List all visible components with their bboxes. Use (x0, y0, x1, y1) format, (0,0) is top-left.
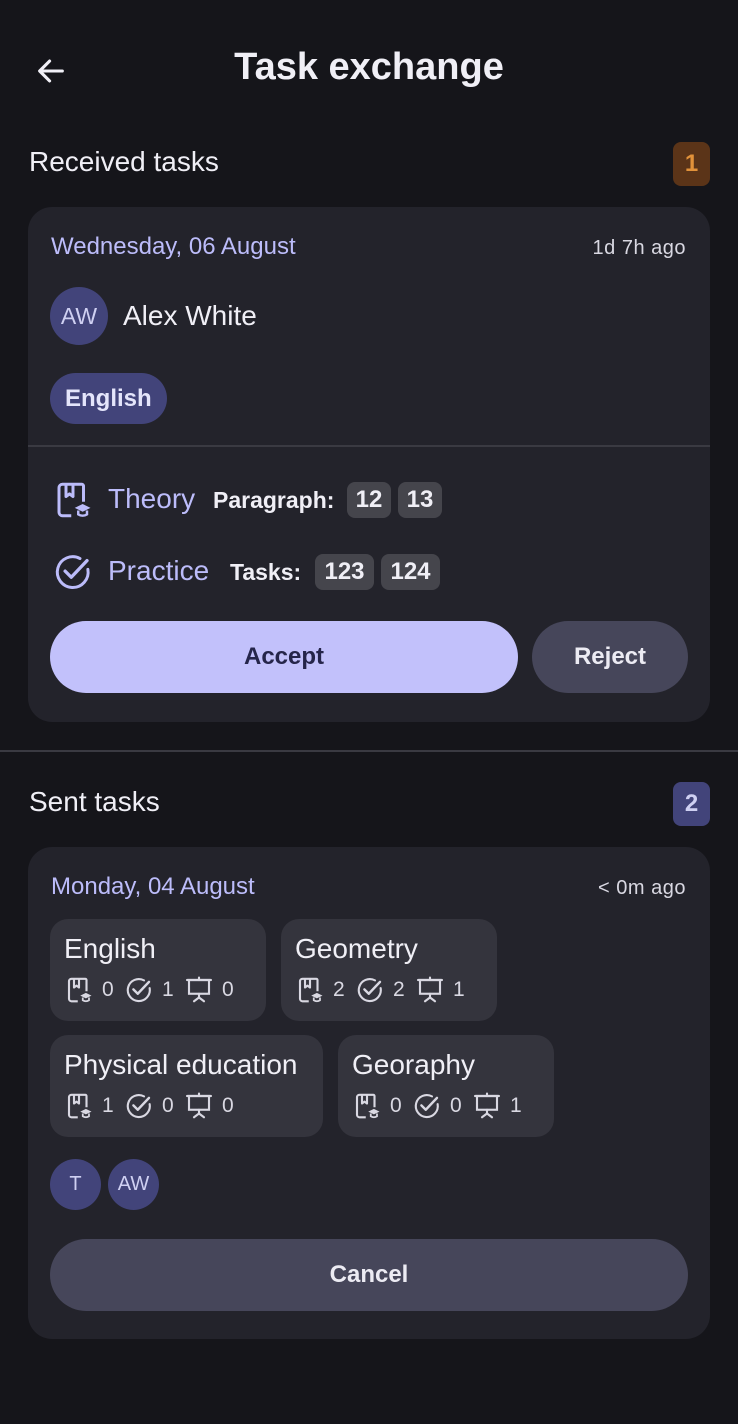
theory-book-icon (295, 975, 325, 1005)
avatar: AW (50, 287, 108, 345)
subject-name: Geometry (295, 933, 418, 964)
tasks-key: Tasks: (230, 559, 302, 585)
practice-count: 0 (162, 1094, 174, 1117)
practice-count: 2 (393, 978, 405, 1001)
card-divider (28, 445, 710, 447)
practice-check-icon (412, 1091, 442, 1121)
subject-tile-geometry[interactable]: Geometry 2 2 1 (281, 919, 497, 1021)
top-app-bar: Task exchange (0, 0, 738, 140)
presentation-count: 1 (510, 1094, 522, 1117)
presentation-board-icon (472, 1091, 502, 1121)
sender-name: Alex White (123, 300, 257, 331)
received-date: Wednesday, 06 August (51, 233, 296, 260)
presentation-count: 1 (453, 978, 465, 1001)
theory-count: 1 (102, 1094, 114, 1117)
reject-button[interactable]: Reject (532, 621, 688, 693)
subject-name: Georaphy (352, 1049, 475, 1080)
subject-chip: English (50, 373, 167, 424)
recipient-avatar: AW (108, 1159, 159, 1210)
theory-count: 0 (390, 1094, 402, 1117)
paragraph-number: 13 (398, 482, 442, 518)
cancel-button[interactable]: Cancel (50, 1239, 688, 1311)
paragraph-key: Paragraph: (213, 487, 335, 513)
subject-stats: 0 1 0 (64, 975, 244, 1005)
received-time-ago: 1d 7h ago (592, 237, 686, 259)
received-tasks-heading: Received tasks (29, 146, 219, 177)
task-number: 124 (381, 554, 440, 590)
presentation-count: 0 (222, 1094, 234, 1117)
presentation-board-icon (184, 975, 214, 1005)
recipient-avatar: T (50, 1159, 101, 1210)
practice-count: 1 (162, 978, 174, 1001)
practice-check-icon (52, 551, 94, 593)
subject-stats: 0 0 1 (352, 1091, 532, 1121)
theory-book-icon (64, 975, 94, 1005)
theory-book-icon (64, 1091, 94, 1121)
section-divider (0, 750, 738, 752)
subject-name: English (64, 933, 156, 964)
sent-count-badge: 2 (673, 782, 710, 826)
subject-stats: 2 2 1 (295, 975, 475, 1005)
theory-book-icon (52, 479, 94, 521)
task-number: 123 (315, 554, 374, 590)
subject-tile-physical-education[interactable]: Physical education 1 0 0 (50, 1035, 323, 1137)
received-count-badge: 1 (673, 142, 710, 186)
presentation-board-icon (415, 975, 445, 1005)
practice-check-icon (124, 1091, 154, 1121)
subject-stats: 1 0 0 (64, 1091, 244, 1121)
theory-count: 0 (102, 978, 114, 1001)
page-title: Task exchange (234, 46, 504, 88)
sent-date: Monday, 04 August (51, 873, 255, 900)
sent-tasks-heading: Sent tasks (29, 786, 160, 817)
sent-task-card: Monday, 04 August < 0m ago English 0 1 0… (28, 847, 710, 1339)
subject-name: Physical education (64, 1049, 298, 1080)
sent-time-ago: < 0m ago (598, 877, 686, 899)
practice-label: Practice (108, 555, 210, 586)
presentation-board-icon (184, 1091, 214, 1121)
accept-button[interactable]: Accept (50, 621, 518, 693)
paragraph-number: 12 (347, 482, 391, 518)
presentation-count: 0 (222, 978, 234, 1001)
received-task-card: Wednesday, 06 August 1d 7h ago AW Alex W… (28, 207, 710, 722)
subject-tile-english[interactable]: English 0 1 0 (50, 919, 266, 1021)
theory-count: 2 (333, 978, 345, 1001)
practice-check-icon (355, 975, 385, 1005)
practice-count: 0 (450, 1094, 462, 1117)
subject-tile-georaphy[interactable]: Georaphy 0 0 1 (338, 1035, 554, 1137)
practice-check-icon (124, 975, 154, 1005)
theory-label: Theory (108, 483, 196, 514)
theory-book-icon (352, 1091, 382, 1121)
